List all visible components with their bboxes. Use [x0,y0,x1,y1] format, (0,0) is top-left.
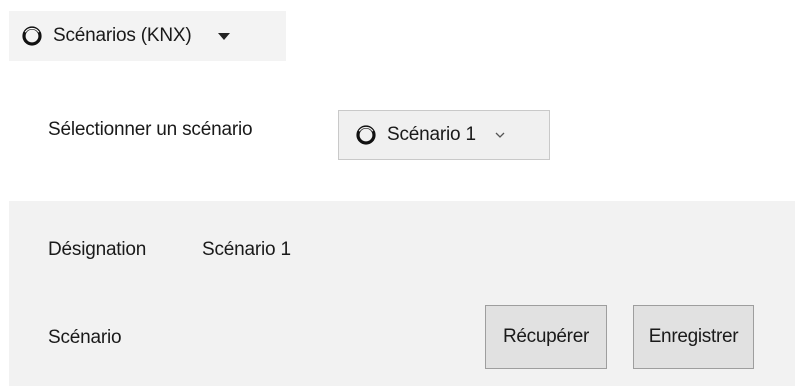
scenario-label: Scénario [48,327,122,348]
recover-button[interactable]: Récupérer [485,305,607,369]
designation-label: Désignation [48,239,147,260]
scenario-details-panel: Désignation Scénario 1 Scénario Récupére… [9,201,795,386]
scenarios-dropdown-label: Scénarios (KNX) [53,25,192,46]
ring-icon [356,125,376,145]
scenario-select-value: Scénario 1 [387,124,476,145]
select-scenario-label: Sélectionner un scénario [48,119,253,140]
scenario-select[interactable]: Scénario 1 [338,110,550,160]
save-button[interactable]: Enregistrer [633,305,754,369]
ring-icon [22,26,42,46]
chevron-down-icon [495,132,505,138]
designation-value: Scénario 1 [202,239,291,260]
scenarios-dropdown[interactable]: Scénarios (KNX) [9,11,286,61]
caret-down-icon [217,32,230,40]
